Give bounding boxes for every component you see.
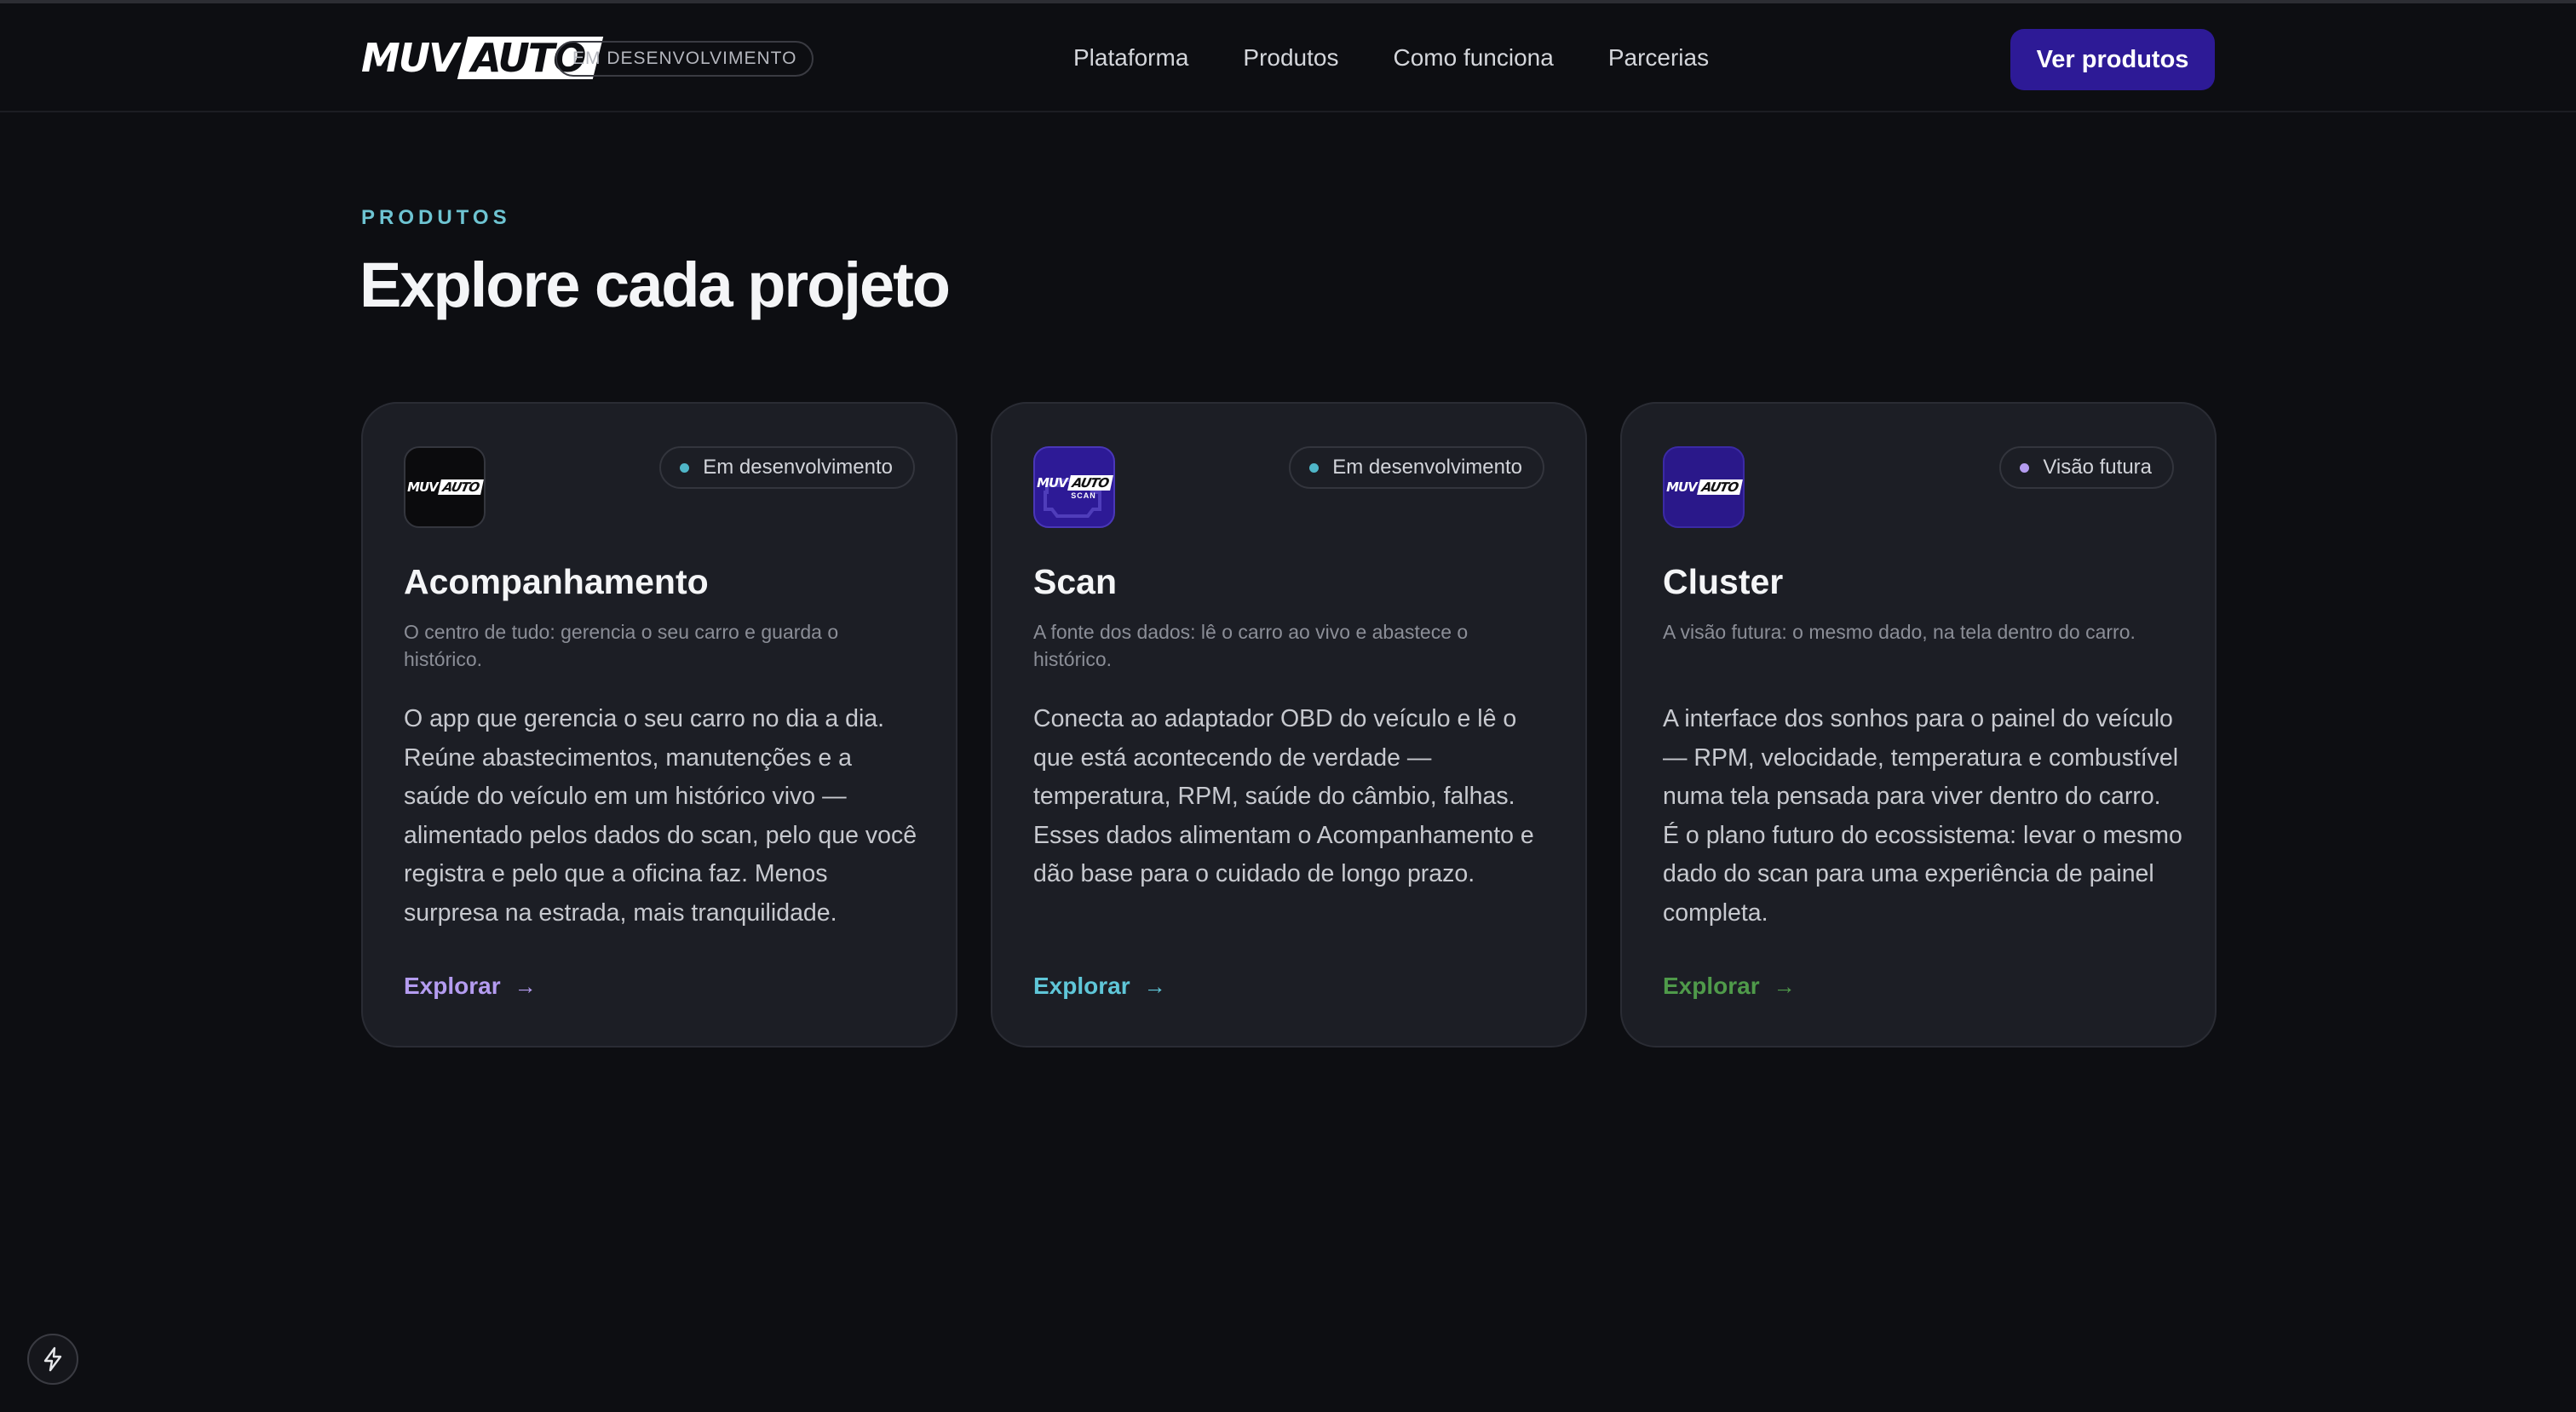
nav-link-como-funciona[interactable]: Como funciona xyxy=(1393,44,1553,72)
ver-produtos-button[interactable]: Ver produtos xyxy=(2010,29,2215,90)
card-description: O app que gerencia o seu carro no dia a … xyxy=(404,705,917,927)
card-tagline: A fonte dos dados: lê o carro ao vivo e … xyxy=(1033,621,1469,670)
explore-link[interactable]: Explorar → xyxy=(1033,973,1166,1000)
card-description: Conecta ao adaptador OBD do veículo e lê… xyxy=(1033,705,1534,887)
product-card-cluster: MUV AUTO Visão futura Cluster A visão fut… xyxy=(1620,402,2217,1048)
card-title: Scan xyxy=(1033,562,1117,601)
scan-icon-logo: MUV AUTO xyxy=(1037,474,1113,491)
card-title: Acompanhamento xyxy=(404,562,709,601)
development-badge: EM DESENVOLVIMENTO xyxy=(555,41,814,77)
status-dot xyxy=(1309,462,1320,473)
app-icon-logo-right: AUTO xyxy=(437,479,484,495)
product-card-acompanhamento: MUV AUTO Em desenvolvimento Acompanhament… xyxy=(361,402,957,1048)
muvauto-app-icon: MUV AUTO xyxy=(404,446,486,528)
status-badge: Em desenvolvimento xyxy=(659,446,915,489)
dev-tools-button[interactable] xyxy=(27,1334,78,1385)
cluster-icon-logo-left: MUV xyxy=(1666,479,1698,495)
cluster-icon-logo-right: AUTO xyxy=(1696,479,1743,495)
site-header: MUV AUTO EM DESENVOLVIMENTO Plataforma P… xyxy=(0,3,2576,112)
arrow-right-icon: → xyxy=(1773,973,1796,999)
card-title: Cluster xyxy=(1663,562,1784,601)
explore-label: Explorar xyxy=(404,973,501,999)
status-badge: Visão futura xyxy=(1999,446,2174,489)
scan-icon-logo-right: AUTO xyxy=(1067,474,1113,491)
explore-link[interactable]: Explorar → xyxy=(404,973,537,1000)
nav-link-produtos[interactable]: Produtos xyxy=(1243,44,1338,72)
muvauto-cluster-icon: MUV AUTO xyxy=(1663,446,1745,528)
nav-link-plataforma[interactable]: Plataforma xyxy=(1073,44,1188,72)
status-dot xyxy=(2020,462,2030,473)
lightning-icon xyxy=(43,1346,62,1372)
logo-text-left: MUV xyxy=(361,35,459,81)
status-badge: Em desenvolvimento xyxy=(1289,446,1544,489)
muvauto-scan-icon: MUV AUTO SCAN xyxy=(1033,446,1115,528)
status-dot xyxy=(680,462,690,473)
scan-icon-sub: SCAN xyxy=(1071,491,1096,500)
card-description: A interface dos sonhos para o painel do … xyxy=(1663,705,2182,927)
scan-icon-logo-left: MUV xyxy=(1037,474,1068,491)
status-label: Em desenvolvimento xyxy=(703,456,893,479)
arrow-right-icon: → xyxy=(1143,973,1166,999)
card-tagline: A visão futura: o mesmo dado, na tela de… xyxy=(1663,621,2136,643)
card-tagline: O centro de tudo: gerencia o seu carro e… xyxy=(404,621,839,670)
explore-label: Explorar xyxy=(1033,973,1130,999)
status-label: Visão futura xyxy=(2043,456,2152,479)
cluster-icon-logo: MUV AUTO xyxy=(1666,479,1743,495)
section-title: Explore cada projeto xyxy=(359,250,951,320)
section-eyebrow: PRODUTOS xyxy=(361,206,511,229)
product-card-scan: MUV AUTO SCAN Em desenvolvimento Scan A f… xyxy=(991,402,1587,1048)
explore-link[interactable]: Explorar → xyxy=(1663,973,1796,1000)
nav-link-parcerias[interactable]: Parcerias xyxy=(1608,44,1709,72)
main-nav: Plataforma Produtos Como funciona Parcer… xyxy=(1073,3,1709,112)
status-label: Em desenvolvimento xyxy=(1332,456,1522,479)
app-icon-logo: MUV AUTO xyxy=(407,479,484,495)
arrow-right-icon: → xyxy=(514,973,537,999)
explore-label: Explorar xyxy=(1663,973,1760,999)
app-icon-logo-left: MUV xyxy=(407,479,439,495)
